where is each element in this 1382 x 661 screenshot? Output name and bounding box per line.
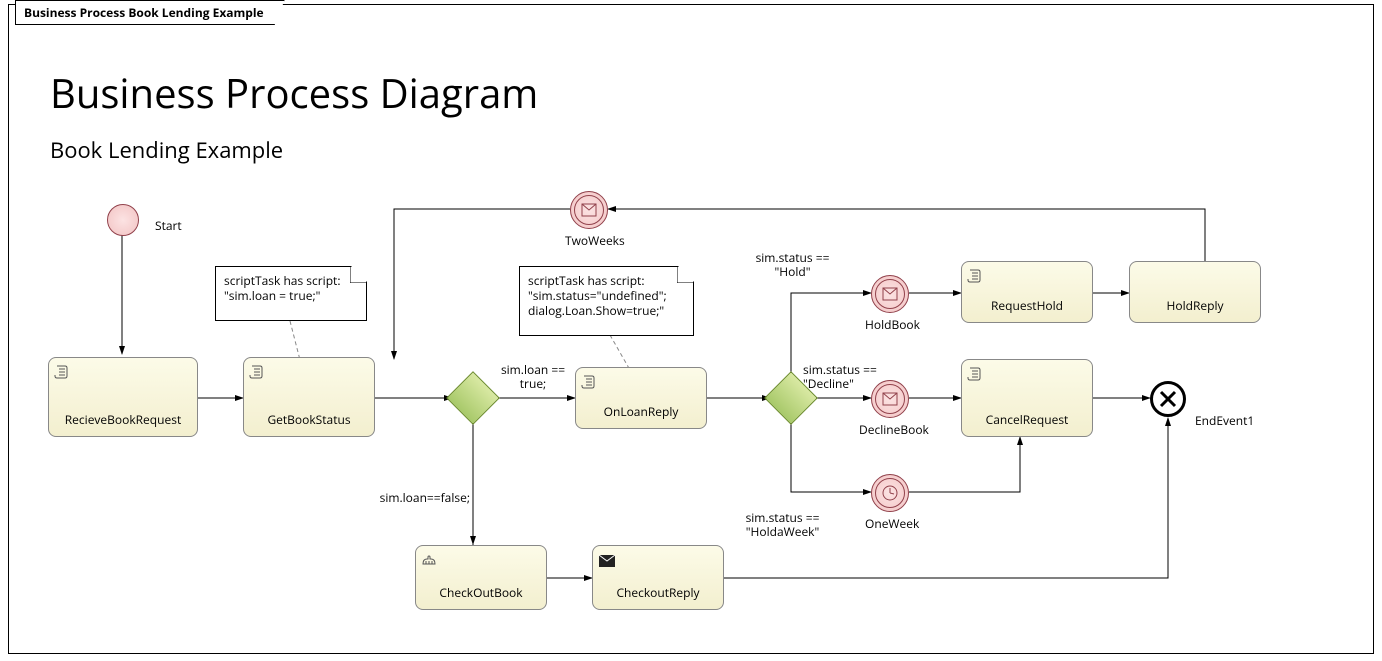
task-checkout-reply: CheckoutReply xyxy=(592,545,724,610)
task-checkout-book: CheckOutBook xyxy=(415,545,547,610)
task-label: OnLoanReply xyxy=(576,403,706,420)
task-onloan-reply: OnLoanReply xyxy=(575,367,707,429)
event-label: TwoWeeks xyxy=(565,232,625,249)
event-label: HoldBook xyxy=(865,316,920,333)
event-label: OneWeek xyxy=(865,515,919,532)
note-line: dialog.Loan.Show=true;" xyxy=(528,302,664,319)
task-label: CheckOutBook xyxy=(416,584,546,601)
manual-icon xyxy=(421,551,439,573)
event-two-weeks xyxy=(570,191,608,229)
frame-tab: Business Process Book Lending Example xyxy=(15,0,285,25)
script-icon xyxy=(967,365,983,387)
start-event xyxy=(107,204,139,236)
task-hold-reply: HoldReply xyxy=(1129,261,1261,323)
task-label: CheckoutReply xyxy=(593,584,723,601)
event-hold-book xyxy=(871,275,909,313)
script-icon xyxy=(54,363,70,385)
cond-status-hold: sim.status == "Hold" xyxy=(750,251,835,279)
page-subtitle: Book Lending Example xyxy=(50,135,283,165)
script-icon xyxy=(581,373,597,395)
task-label: CancelRequest xyxy=(962,411,1092,428)
task-cancel-request: CancelRequest xyxy=(961,359,1093,437)
script-icon xyxy=(249,363,265,385)
start-label: Start xyxy=(155,217,182,234)
task-recieve-book-request: RecieveBookRequest xyxy=(48,357,198,437)
task-get-book-status: GetBookStatus xyxy=(243,357,375,437)
note-script-status: scriptTask has script: "sim.status="unde… xyxy=(519,266,694,336)
task-label: RecieveBookRequest xyxy=(49,411,197,428)
cond-loan-false: sim.loan==false; xyxy=(360,491,470,505)
page-title: Business Process Diagram xyxy=(50,65,538,120)
send-message-icon xyxy=(598,551,616,573)
task-label: GetBookStatus xyxy=(244,411,374,428)
script-icon xyxy=(967,267,983,289)
cond-status-decline: sim.status == "Decline" xyxy=(803,363,878,391)
end-event xyxy=(1150,381,1186,417)
task-label: HoldReply xyxy=(1130,297,1260,314)
event-label: DeclineBook xyxy=(859,421,929,438)
task-label: RequestHold xyxy=(962,297,1092,314)
task-request-hold: RequestHold xyxy=(961,261,1093,323)
event-one-week xyxy=(871,474,909,512)
event-label: EndEvent1 xyxy=(1195,412,1254,429)
diagram-canvas: Business Process Book Lending Example Bu… xyxy=(0,0,1382,661)
cond-loan-true: sim.loan == true; xyxy=(498,363,568,391)
gateway-loan xyxy=(454,379,492,417)
cond-status-holdweek: sim.status == "HoldaWeek" xyxy=(740,511,825,539)
note-script-loan: scriptTask has script: "sim.loan = true;… xyxy=(215,266,367,321)
note-line: "sim.loan = true;" xyxy=(224,287,320,304)
